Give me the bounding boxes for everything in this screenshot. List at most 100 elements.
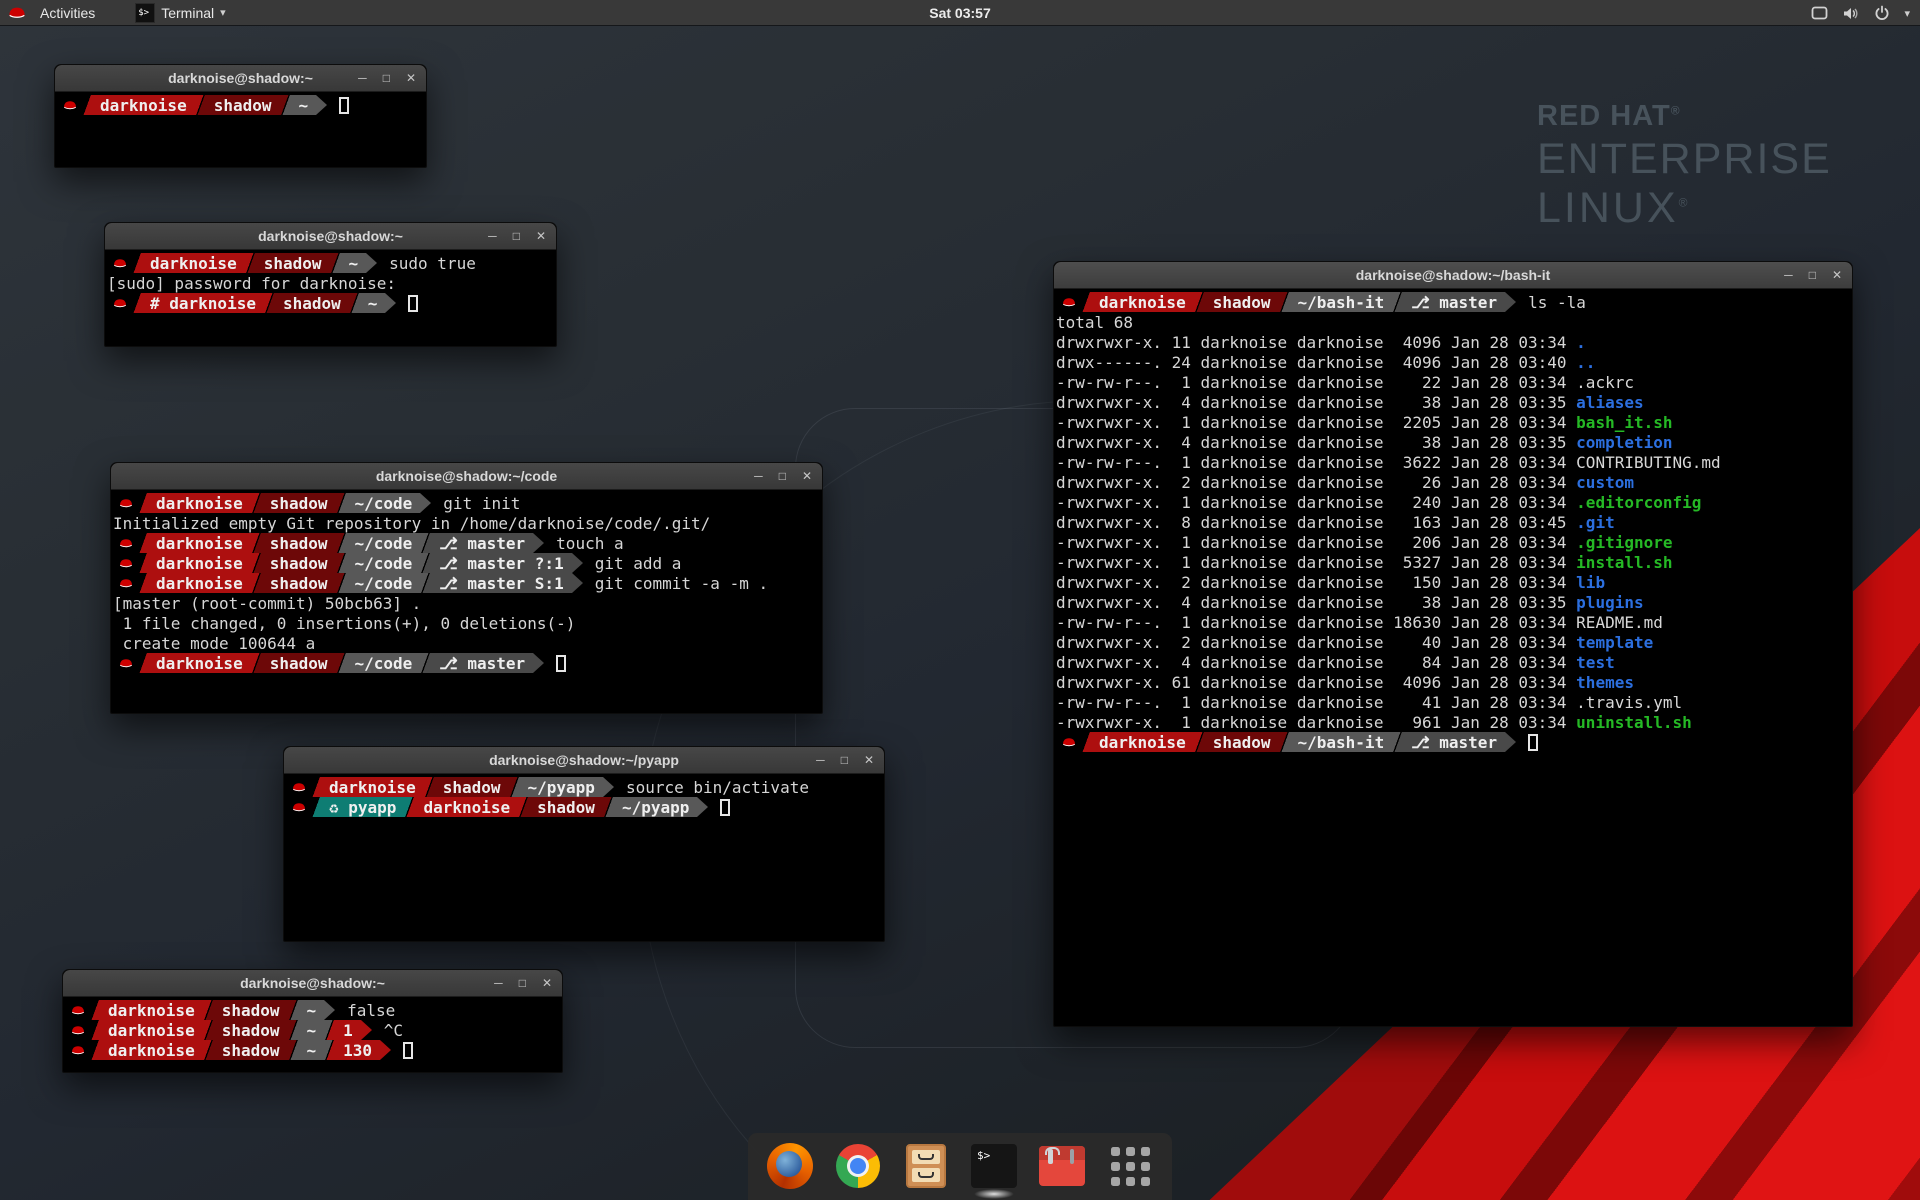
window-titlebar[interactable]: darknoise@shadow:~ ─ □ ✕ <box>63 970 562 997</box>
prompt-separator <box>420 553 431 573</box>
output-line: create mode 100644 a <box>113 633 820 653</box>
close-button[interactable]: ✕ <box>802 463 812 490</box>
redhat-prompt-icon <box>113 653 137 673</box>
focused-app-menu[interactable]: $> Terminal ▾ <box>135 3 225 23</box>
prompt-segment-path: ~/code <box>347 653 421 673</box>
output-line: -rwxrwxr-x. 1 darknoise darknoise 961 Ja… <box>1056 712 1850 732</box>
minimize-button[interactable]: ─ <box>1784 262 1793 289</box>
ls-row-meta: drwxrwxr-x. 2 darknoise darknoise 150 Ja… <box>1056 573 1576 592</box>
minimize-button[interactable]: ─ <box>358 65 367 92</box>
terminal-content[interactable]: darknoiseshadow~falsedarknoiseshadow~1^C… <box>63 997 562 1072</box>
window-title: darknoise@shadow:~/pyapp <box>489 752 679 768</box>
files-icon[interactable] <box>902 1142 950 1190</box>
prompt-segment-user: darknoise <box>142 253 245 273</box>
prompt-separator <box>316 95 327 115</box>
ls-row-filename: .. <box>1576 353 1595 372</box>
prompt-segment-path: ~ <box>299 1020 325 1040</box>
toolbox-icon[interactable] <box>1038 1142 1086 1190</box>
minimize-button[interactable]: ─ <box>488 223 497 250</box>
output-line: drwx------. 24 darknoise darknoise 4096 … <box>1056 352 1850 372</box>
terminal-window-sudo[interactable]: darknoise@shadow:~ ─ □ ✕ darknoiseshadow… <box>104 222 557 347</box>
prompt-separator <box>420 493 431 513</box>
prompt-segment-status: 130 <box>335 1040 380 1060</box>
terminal-window-code[interactable]: darknoise@shadow:~/code ─ □ ✕ darknoises… <box>110 462 823 714</box>
maximize-button[interactable]: □ <box>519 970 526 997</box>
prompt-separator <box>251 573 262 593</box>
terminal-cursor <box>408 295 418 312</box>
prompt-separator <box>89 1020 100 1040</box>
window-titlebar[interactable]: darknoise@shadow:~ ─ □ ✕ <box>105 223 556 250</box>
activities-button[interactable]: Activities <box>34 5 101 21</box>
output-line: drwxrwxr-x. 4 darknoise darknoise 38 Jan… <box>1056 592 1850 612</box>
ls-row-meta: -rw-rw-r--. 1 darknoise darknoise 18630 … <box>1056 613 1576 632</box>
prompt-segment-path: ~ <box>341 253 367 273</box>
terminal-content[interactable]: darknoiseshadow~ <box>55 92 426 167</box>
chrome-icon[interactable] <box>834 1142 882 1190</box>
firefox-icon[interactable] <box>766 1142 814 1190</box>
prompt-segment-status: 1 <box>335 1020 361 1040</box>
terminal-window-bash-it[interactable]: darknoise@shadow:~/bash-it ─ □ ✕ darknoi… <box>1053 261 1853 1027</box>
prompt-line: darknoiseshadow~/pyappsource bin/activat… <box>286 777 882 797</box>
terminal-window-home-small[interactable]: darknoise@shadow:~ ─ □ ✕ darknoiseshadow… <box>54 64 427 168</box>
output-text: [sudo] password for darknoise: <box>107 274 396 293</box>
prompt-separator <box>420 533 431 553</box>
close-button[interactable]: ✕ <box>406 65 416 92</box>
redhat-prompt-icon <box>65 1040 89 1060</box>
volume-icon[interactable] <box>1842 6 1860 21</box>
minimize-button[interactable]: ─ <box>816 747 825 774</box>
prompt-separator <box>324 1020 335 1040</box>
ls-row-filename: uninstall.sh <box>1576 713 1692 732</box>
close-button[interactable]: ✕ <box>536 223 546 250</box>
clock[interactable]: Sat 03:57 <box>929 5 990 21</box>
ls-row-meta: -rwxrwxr-x. 1 darknoise darknoise 2205 J… <box>1056 413 1576 432</box>
power-icon[interactable] <box>1874 5 1890 21</box>
terminal-content[interactable]: darknoiseshadow~sudo true[sudo] password… <box>105 250 556 346</box>
maximize-button[interactable]: □ <box>383 65 390 92</box>
prompt-separator <box>1392 292 1403 312</box>
prompt-separator <box>1080 732 1091 752</box>
prompt-separator <box>420 573 431 593</box>
prompt-separator <box>336 533 347 553</box>
ls-row-filename: bash_it.sh <box>1576 413 1672 432</box>
window-title: darknoise@shadow:~ <box>168 70 313 86</box>
close-button[interactable]: ✕ <box>864 747 874 774</box>
command-text: git add a <box>595 554 682 573</box>
chevron-down-icon: ▾ <box>220 6 226 19</box>
chevron-down-icon[interactable]: ▾ <box>1904 7 1910 20</box>
prompt-separator <box>89 1000 100 1020</box>
redhat-prompt-icon <box>107 253 131 273</box>
prompt-separator <box>533 653 544 673</box>
terminal-content[interactable]: darknoiseshadow~/codegit initInitialized… <box>111 490 822 713</box>
terminal-window-exit-codes[interactable]: darknoise@shadow:~ ─ □ ✕ darknoiseshadow… <box>62 969 563 1073</box>
minimize-button[interactable]: ─ <box>494 970 503 997</box>
window-titlebar[interactable]: darknoise@shadow:~/bash-it ─ □ ✕ <box>1054 262 1852 289</box>
terminal-content[interactable]: darknoiseshadow~/bash-it⎇ masterls -lato… <box>1054 289 1852 1026</box>
terminal-content[interactable]: darknoiseshadow~/pyappsource bin/activat… <box>284 774 884 941</box>
ls-row-filename: plugins <box>1576 593 1643 612</box>
close-button[interactable]: ✕ <box>1832 262 1842 289</box>
maximize-button[interactable]: □ <box>779 463 786 490</box>
prompt-segment-git: ⎇ master <box>1403 732 1505 752</box>
maximize-button[interactable]: □ <box>513 223 520 250</box>
window-titlebar[interactable]: darknoise@shadow:~ ─ □ ✕ <box>55 65 426 92</box>
app-grid-icon[interactable] <box>1106 1142 1154 1190</box>
window-titlebar[interactable]: darknoise@shadow:~/pyapp ─ □ ✕ <box>284 747 884 774</box>
screen-icon[interactable] <box>1811 6 1828 21</box>
ls-row-filename: themes <box>1576 673 1634 692</box>
maximize-button[interactable]: □ <box>841 747 848 774</box>
prompt-line: # darknoiseshadow~ <box>107 293 554 313</box>
window-title: darknoise@shadow:~/bash-it <box>1356 267 1551 283</box>
maximize-button[interactable]: □ <box>1809 262 1816 289</box>
prompt-segment-git: ⎇ master <box>1403 292 1505 312</box>
terminal-icon[interactable]: $> <box>970 1142 1018 1190</box>
terminal-window-pyapp[interactable]: darknoise@shadow:~/pyapp ─ □ ✕ darknoise… <box>283 746 885 942</box>
minimize-button[interactable]: ─ <box>754 463 763 490</box>
prompt-separator <box>89 1040 100 1060</box>
prompt-line: darknoiseshadow~/code⎇ mastertouch a <box>113 533 820 553</box>
focused-app-label: Terminal <box>161 5 214 21</box>
window-titlebar[interactable]: darknoise@shadow:~/code ─ □ ✕ <box>111 463 822 490</box>
close-button[interactable]: ✕ <box>542 970 552 997</box>
prompt-segment-user: darknoise <box>415 797 518 817</box>
command-text: sudo true <box>389 254 476 273</box>
ls-row-meta: -rw-rw-r--. 1 darknoise darknoise 22 Jan… <box>1056 373 1576 392</box>
